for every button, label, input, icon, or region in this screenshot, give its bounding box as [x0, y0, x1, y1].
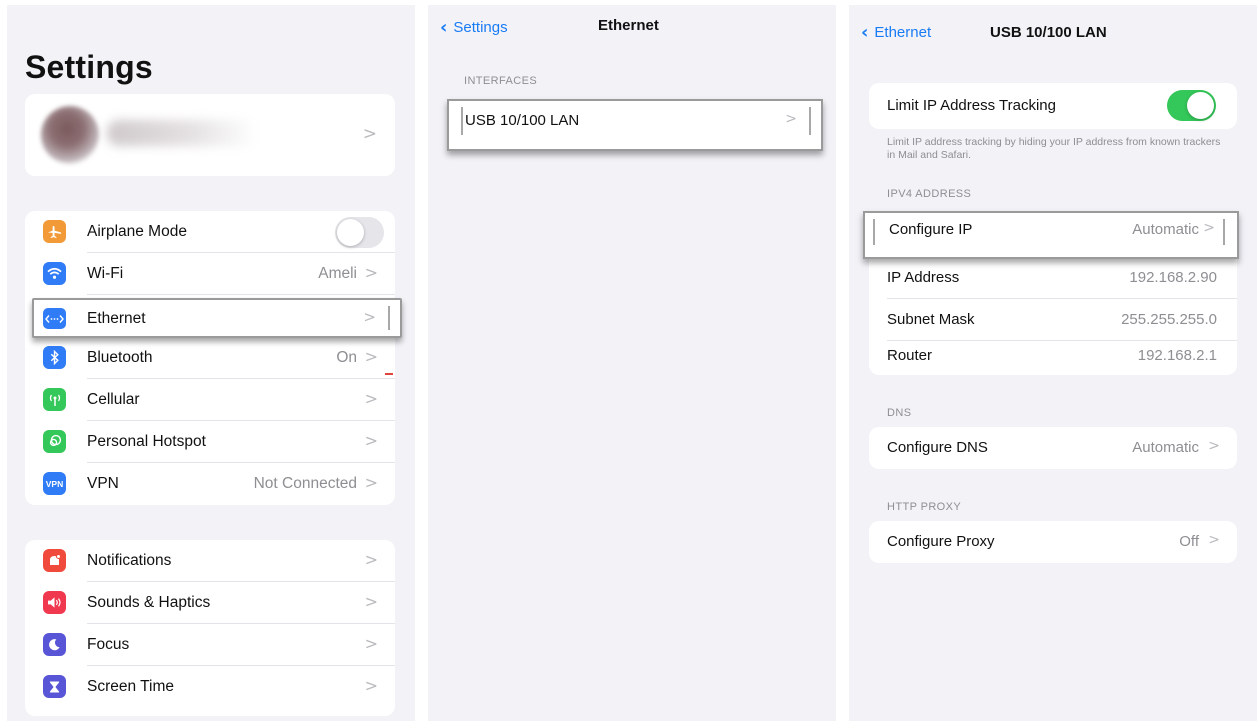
notifications-group: Notifications > Sounds & Haptics > Focus… — [25, 540, 395, 716]
settings-panel: Settings > Airplane Mode Wi-Fi Ameli > B… — [7, 5, 415, 721]
section-header-dns: DNS — [887, 407, 912, 419]
row-airplane-mode[interactable]: Airplane Mode — [25, 211, 395, 253]
chevron-right-icon: > — [364, 592, 378, 611]
interface-row-usb[interactable]: USB 10/100 LAN > — [447, 99, 823, 151]
row-sounds-haptics[interactable]: Sounds & Haptics > — [25, 582, 395, 624]
row-screen-time[interactable]: Screen Time > — [25, 666, 395, 708]
chevron-right-icon: > — [1208, 438, 1220, 454]
back-label: Settings — [453, 19, 508, 36]
subnet-mask-label: Subnet Mask — [887, 311, 975, 328]
back-label: Ethernet — [874, 24, 932, 41]
section-header-ipv4: IPV4 ADDRESS — [887, 188, 972, 200]
row-vpn[interactable]: VPN VPN Not Connected > — [25, 463, 395, 505]
wifi-label: Wi-Fi — [87, 265, 124, 282]
hotspot-icon — [43, 430, 66, 453]
chevron-right-icon: > — [364, 676, 378, 695]
bluetooth-label: Bluetooth — [87, 349, 153, 366]
screen-time-label: Screen Time — [87, 678, 175, 695]
router-value: 192.168.2.1 — [1137, 347, 1217, 364]
configure-proxy-value: Off — [1179, 533, 1199, 550]
chevron-left-icon: ‹ — [440, 17, 448, 38]
limit-tracking-card: Limit IP Address Tracking — [869, 83, 1237, 129]
limit-tracking-note: Limit IP address tracking by hiding your… — [887, 136, 1221, 161]
notifications-icon — [43, 549, 66, 572]
divider — [388, 306, 390, 330]
chevron-right-icon: > — [364, 473, 378, 492]
ethernet-panel: ‹ Settings Ethernet INTERFACES USB 10/10… — [428, 5, 836, 721]
chevron-right-icon: > — [362, 124, 377, 144]
wifi-value: Ameli — [318, 265, 357, 282]
vpn-icon: VPN — [43, 472, 66, 495]
chevron-right-icon: > — [1208, 532, 1220, 548]
row-configure-proxy[interactable]: Configure Proxy Off > — [869, 521, 1237, 563]
limit-tracking-toggle[interactable] — [1167, 90, 1216, 121]
chevron-right-icon: > — [364, 550, 378, 569]
row-wifi[interactable]: Wi-Fi Ameli > — [25, 253, 395, 295]
row-focus[interactable]: Focus > — [25, 624, 395, 666]
chevron-right-icon: > — [364, 431, 378, 450]
configure-ip-value: Automatic — [1132, 221, 1199, 238]
ethernet-label: Ethernet — [87, 310, 146, 327]
bluetooth-value: On — [336, 349, 357, 366]
personal-hotspot-label: Personal Hotspot — [87, 433, 206, 450]
airplane-mode-toggle[interactable] — [335, 217, 384, 248]
airplane-icon — [43, 220, 66, 243]
profile-card[interactable]: > — [25, 94, 395, 176]
configure-ip-label: Configure IP — [889, 221, 973, 238]
router-label: Router — [887, 347, 933, 364]
row-ethernet[interactable]: Ethernet > — [32, 298, 402, 338]
chevron-right-icon: > — [364, 634, 378, 653]
section-header-http-proxy: HTTP PROXY — [887, 501, 962, 513]
ip-address-value: 192.168.2.90 — [1129, 269, 1217, 286]
page-title: Settings — [25, 49, 153, 85]
profile-name-blurred — [107, 120, 257, 146]
chevron-right-icon: > — [364, 347, 378, 366]
configure-proxy-label: Configure Proxy — [887, 533, 995, 550]
configure-dns-value: Automatic — [1132, 439, 1199, 456]
interface-label: USB 10/100 LAN — [465, 112, 580, 129]
configure-dns-label: Configure DNS — [887, 439, 988, 456]
vpn-value: Not Connected — [253, 475, 357, 492]
focus-icon — [43, 633, 66, 656]
cellular-icon — [43, 388, 66, 411]
chevron-right-icon: > — [363, 308, 376, 326]
ethernet-icon — [43, 308, 66, 329]
row-configure-ip[interactable]: Configure IP Automatic > — [863, 211, 1239, 259]
row-configure-dns[interactable]: Configure DNS Automatic > — [869, 427, 1237, 469]
usb-lan-panel: ‹ Ethernet USB 10/100 LAN Limit IP Addre… — [849, 5, 1257, 721]
limit-tracking-label: Limit IP Address Tracking — [887, 97, 1056, 114]
row-personal-hotspot[interactable]: Personal Hotspot > — [25, 421, 395, 463]
sounds-haptics-label: Sounds & Haptics — [87, 594, 211, 611]
row-cellular[interactable]: Cellular > — [25, 379, 395, 421]
chevron-right-icon: > — [785, 111, 797, 127]
red-marker — [385, 373, 393, 375]
row-notifications[interactable]: Notifications > — [25, 540, 395, 582]
row-bluetooth[interactable]: Bluetooth On > — [25, 337, 395, 379]
row-ip-address: IP Address 192.168.2.90 — [869, 257, 1237, 299]
section-header-interfaces: INTERFACES — [464, 75, 538, 87]
chevron-left-icon: ‹ — [861, 22, 869, 43]
focus-label: Focus — [87, 636, 130, 653]
chevron-right-icon: > — [364, 263, 378, 282]
sounds-icon — [43, 591, 66, 614]
bluetooth-icon — [43, 346, 66, 369]
wifi-icon — [43, 262, 66, 285]
ip-address-label: IP Address — [887, 269, 960, 286]
notifications-label: Notifications — [87, 552, 172, 569]
cellular-label: Cellular — [87, 391, 140, 408]
airplane-mode-label: Airplane Mode — [87, 223, 187, 240]
page-title: Ethernet — [598, 17, 659, 34]
avatar — [41, 106, 99, 164]
chevron-right-icon: > — [1203, 220, 1215, 236]
connectivity-group: Airplane Mode Wi-Fi Ameli > Bluetooth On — [25, 211, 395, 505]
back-button[interactable]: ‹ Settings — [440, 17, 508, 38]
chevron-right-icon: > — [364, 389, 378, 408]
screen-time-icon — [43, 675, 66, 698]
subnet-mask-value: 255.255.255.0 — [1121, 311, 1217, 328]
vpn-label: VPN — [87, 475, 119, 492]
back-button[interactable]: ‹ Ethernet — [861, 22, 931, 43]
row-router: Router 192.168.2.1 — [869, 335, 1237, 377]
page-title: USB 10/100 LAN — [990, 24, 1107, 41]
